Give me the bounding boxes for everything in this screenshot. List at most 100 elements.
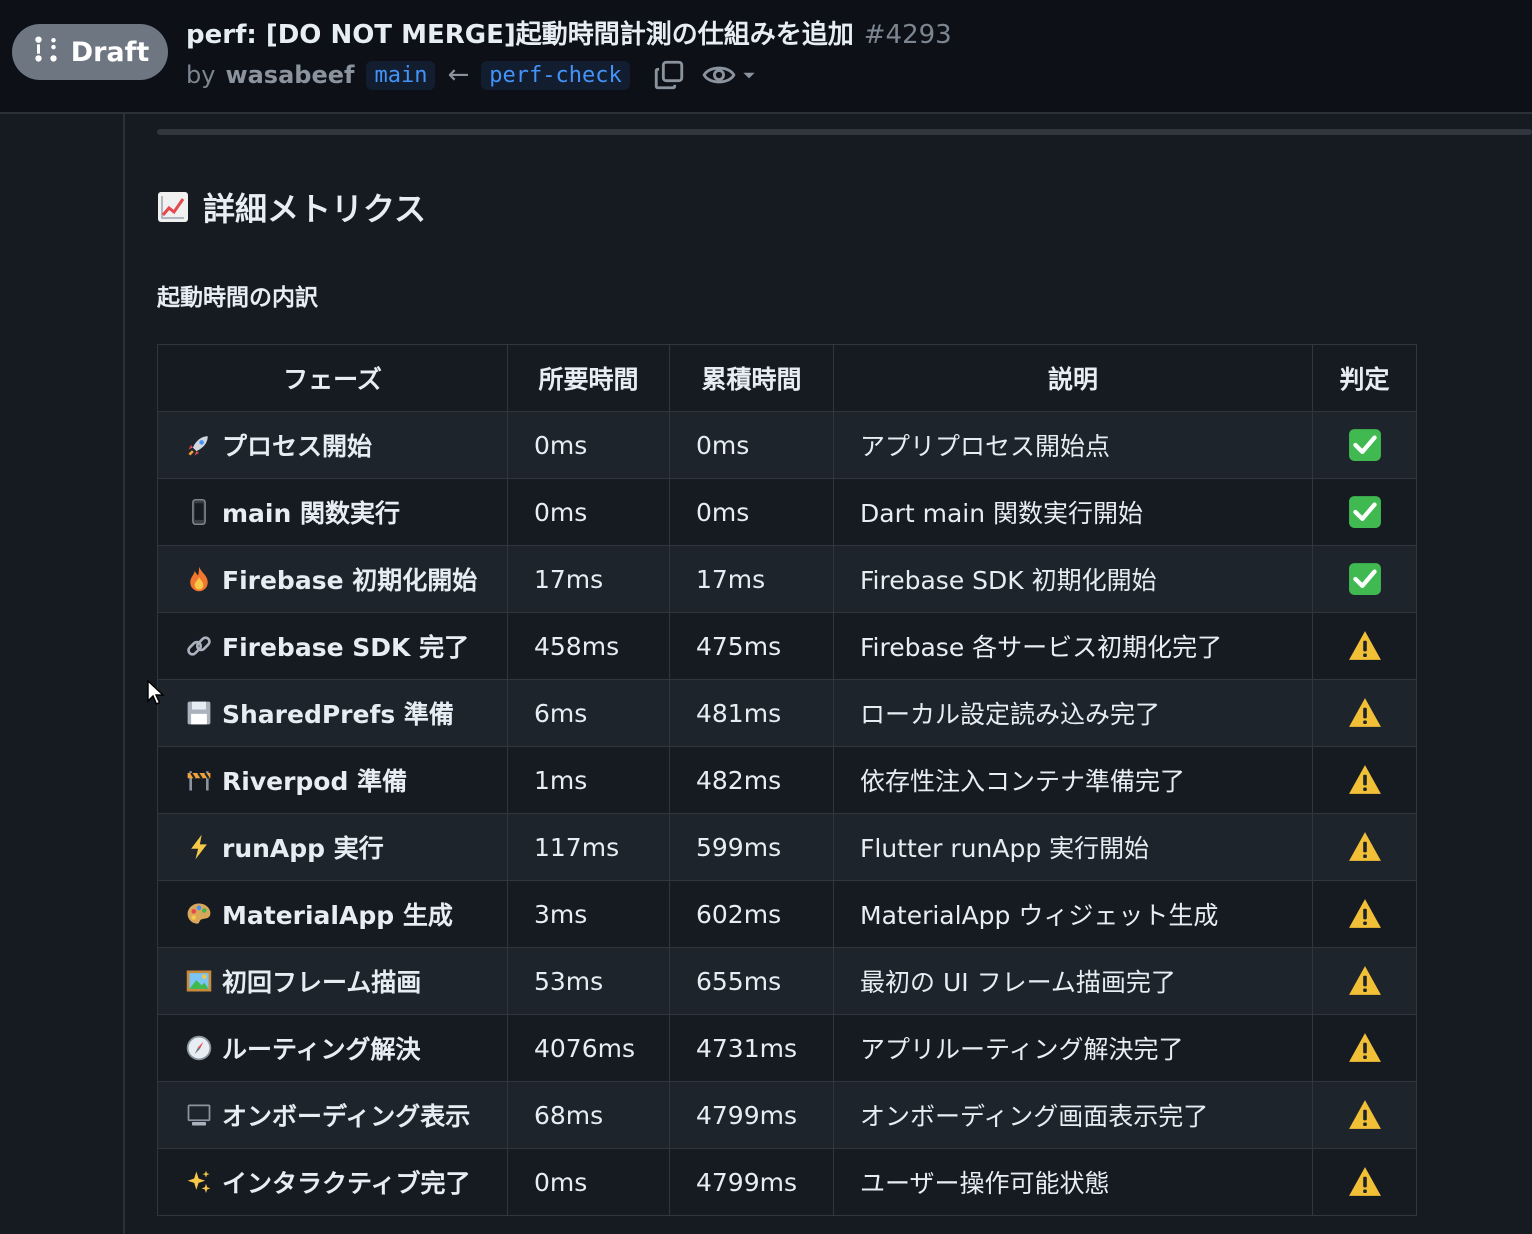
chevron-down-icon[interactable] bbox=[740, 66, 758, 84]
warning-icon bbox=[1348, 764, 1382, 794]
by-label: by bbox=[186, 61, 216, 89]
cumulative-time-cell: 4731ms bbox=[669, 1014, 834, 1082]
compass-icon bbox=[184, 1033, 214, 1063]
table-caption: 起動時間の内訳 bbox=[157, 285, 318, 311]
required-time-cell: 6ms bbox=[507, 679, 670, 747]
required-time-cell: 53ms bbox=[507, 947, 670, 1015]
check-mark-icon bbox=[1348, 429, 1382, 461]
horizontal-rule bbox=[157, 129, 1532, 135]
section-heading: 詳細メトリクス bbox=[157, 182, 426, 232]
phase-cell: オンボーディング表示 bbox=[157, 1081, 508, 1149]
table-row: ルーティング解決 4076ms 4731ms アプリルーティング解決完了 bbox=[157, 1014, 1417, 1082]
table-row: オンボーディング表示 68ms 4799ms オンボーディング画面表示完了 bbox=[157, 1081, 1417, 1149]
judgement-cell bbox=[1312, 1081, 1417, 1149]
cumulative-time-cell: 0ms bbox=[669, 411, 834, 479]
pr-author-link[interactable]: wasabeef bbox=[225, 61, 354, 89]
warning-icon bbox=[1348, 697, 1382, 727]
phase-name: 初回フレーム描画 bbox=[222, 968, 422, 997]
description-cell: Dart main 関数実行開始 bbox=[833, 478, 1313, 546]
sparkles-icon bbox=[184, 1167, 214, 1197]
eye-icon[interactable] bbox=[702, 58, 736, 92]
cumulative-time-cell: 599ms bbox=[669, 813, 834, 881]
required-time-cell: 68ms bbox=[507, 1081, 670, 1149]
phase-name: Firebase SDK 完了 bbox=[222, 633, 470, 662]
phase-cell: main 関数実行 bbox=[157, 478, 508, 546]
lightning-icon bbox=[184, 832, 214, 862]
warning-icon bbox=[1348, 1032, 1382, 1062]
phase-cell: ルーティング解決 bbox=[157, 1014, 508, 1082]
pr-meta: by wasabeef main ← perf-check bbox=[186, 56, 758, 94]
phase-name: Firebase 初期化開始 bbox=[222, 566, 478, 595]
pr-header: Draft perf: [DO NOT MERGE]起動時間計測の仕組みを追加 … bbox=[0, 0, 1532, 114]
framed-picture-icon bbox=[184, 966, 214, 996]
construction-icon bbox=[184, 765, 214, 795]
cumulative-time-cell: 481ms bbox=[669, 679, 834, 747]
header-required-time: 所要時間 bbox=[507, 344, 670, 412]
judgement-cell bbox=[1312, 1148, 1417, 1216]
fire-icon bbox=[184, 564, 214, 594]
description-cell: Firebase SDK 初期化開始 bbox=[833, 545, 1313, 613]
phase-name: ルーティング解決 bbox=[222, 1035, 421, 1064]
phase-cell: 初回フレーム描画 bbox=[157, 947, 508, 1015]
draft-status-badge: Draft bbox=[12, 24, 168, 80]
required-time-cell: 17ms bbox=[507, 545, 670, 613]
table-row: 初回フレーム描画 53ms 655ms 最初の UI フレーム描画完了 bbox=[157, 947, 1417, 1015]
table-row: Firebase 初期化開始 17ms 17ms Firebase SDK 初期化開始 bbox=[157, 545, 1417, 613]
description-cell: ローカル設定読み込み完了 bbox=[833, 679, 1313, 747]
cumulative-time-cell: 4799ms bbox=[669, 1148, 834, 1216]
judgement-cell bbox=[1312, 411, 1417, 479]
head-branch-link[interactable]: perf-check bbox=[481, 60, 630, 90]
branch-arrow: ← bbox=[447, 60, 470, 90]
header-judgement: 判定 bbox=[1312, 344, 1417, 412]
judgement-cell bbox=[1312, 947, 1417, 1015]
cumulative-time-cell: 4799ms bbox=[669, 1081, 834, 1149]
table-row: MaterialApp 生成 3ms 602ms MaterialApp ウィジェット… bbox=[157, 880, 1417, 948]
header-cumulative-time: 累積時間 bbox=[669, 344, 834, 412]
warning-icon bbox=[1348, 1166, 1382, 1196]
required-time-cell: 117ms bbox=[507, 813, 670, 881]
copy-icon[interactable] bbox=[652, 58, 686, 92]
phase-cell: MaterialApp 生成 bbox=[157, 880, 508, 948]
base-branch-link[interactable]: main bbox=[366, 60, 436, 90]
required-time-cell: 458ms bbox=[507, 612, 670, 680]
required-time-cell: 0ms bbox=[507, 1148, 670, 1216]
description-cell: MaterialApp ウィジェット生成 bbox=[833, 880, 1313, 948]
table-row: Firebase SDK 完了 458ms 475ms Firebase 各サービス初… bbox=[157, 612, 1417, 680]
judgement-cell bbox=[1312, 746, 1417, 814]
cumulative-time-cell: 602ms bbox=[669, 880, 834, 948]
phase-cell: SharedPrefs 準備 bbox=[157, 679, 508, 747]
phase-name: SharedPrefs 準備 bbox=[222, 700, 454, 729]
cumulative-time-cell: 475ms bbox=[669, 612, 834, 680]
phase-cell: runApp 実行 bbox=[157, 813, 508, 881]
header-phase: フェーズ bbox=[157, 344, 508, 412]
phase-name: MaterialApp 生成 bbox=[222, 901, 453, 930]
floppy-disk-icon bbox=[184, 698, 214, 728]
judgement-cell bbox=[1312, 880, 1417, 948]
monitor-icon bbox=[184, 1100, 214, 1130]
mobile-phone-icon bbox=[184, 497, 214, 527]
pr-number[interactable]: #4293 bbox=[864, 20, 952, 50]
phase-cell: インタラクティブ完了 bbox=[157, 1148, 508, 1216]
required-time-cell: 0ms bbox=[507, 411, 670, 479]
check-mark-icon bbox=[1348, 563, 1382, 595]
phase-name: プロセス開始 bbox=[222, 432, 373, 461]
judgement-cell bbox=[1312, 679, 1417, 747]
table-row: main 関数実行 0ms 0ms Dart main 関数実行開始 bbox=[157, 478, 1417, 546]
description-cell: 最初の UI フレーム描画完了 bbox=[833, 947, 1313, 1015]
description-cell: Firebase 各サービス初期化完了 bbox=[833, 612, 1313, 680]
judgement-cell bbox=[1312, 813, 1417, 881]
rocket-icon bbox=[184, 430, 214, 460]
pr-title: perf: [DO NOT MERGE]起動時間計測の仕組みを追加 #4293 bbox=[186, 14, 952, 50]
table-row: インタラクティブ完了 0ms 4799ms ユーザー操作可能状態 bbox=[157, 1148, 1417, 1216]
warning-icon bbox=[1348, 965, 1382, 995]
table-header-row: フェーズ 所要時間 累積時間 説明 判定 bbox=[157, 344, 1417, 412]
section-title: 詳細メトリクス bbox=[203, 190, 427, 228]
required-time-cell: 3ms bbox=[507, 880, 670, 948]
table-row: プロセス開始 0ms 0ms アプリプロセス開始点 bbox=[157, 411, 1417, 479]
pr-title-text: perf: [DO NOT MERGE]起動時間計測の仕組みを追加 bbox=[186, 20, 854, 50]
phase-cell: プロセス開始 bbox=[157, 411, 508, 479]
cumulative-time-cell: 17ms bbox=[669, 545, 834, 613]
draft-label: Draft bbox=[70, 36, 150, 68]
description-cell: オンボーディング画面表示完了 bbox=[833, 1081, 1313, 1149]
mouse-cursor-icon bbox=[147, 680, 165, 705]
